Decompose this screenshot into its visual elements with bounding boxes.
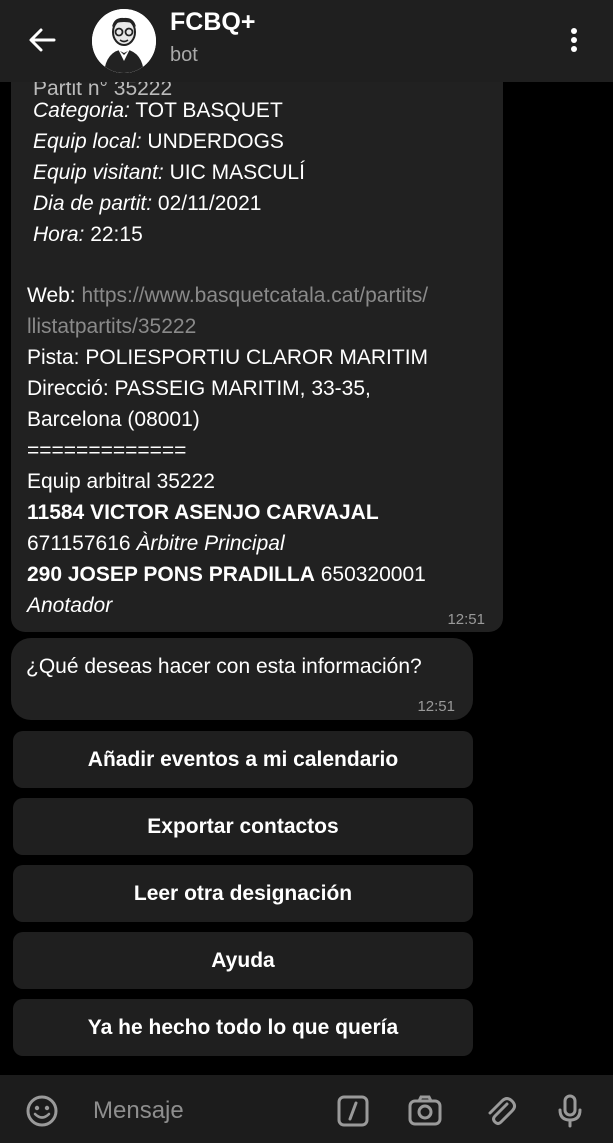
separator-line: ============= xyxy=(27,439,187,462)
read-another-designation-button[interactable]: Leer otra designación xyxy=(13,865,473,922)
referee-1-role: Àrbitre Principal xyxy=(136,532,285,555)
referee-1-details: 671157616 Àrbitre Principal xyxy=(27,529,285,560)
field-equip-visitant: Equip visitant: UIC MASCULÍ xyxy=(33,161,305,184)
field-dia-partit: Dia de partit: 02/11/2021 xyxy=(33,192,262,215)
emoji-icon[interactable] xyxy=(25,1094,59,1128)
export-contacts-button[interactable]: Exportar contactos xyxy=(13,798,473,855)
field-equip-local: Equip local: UNDERDOGS xyxy=(33,130,284,153)
message-input-bar: Mensaje xyxy=(0,1075,613,1143)
slash-command-icon[interactable] xyxy=(336,1094,370,1128)
paperclip-icon[interactable] xyxy=(483,1094,517,1128)
question-text: ¿Qué deseas hacer con esta información? xyxy=(26,655,422,678)
message-input[interactable]: Mensaje xyxy=(93,1097,184,1125)
pista-line: Pista: POLIESPORTIU CLAROR MARITIM xyxy=(27,346,429,369)
done-button[interactable]: Ya he hecho todo lo que quería xyxy=(13,999,473,1056)
chat-title[interactable]: FCBQ+ xyxy=(170,8,255,37)
field-hora: Hora: 22:15 xyxy=(33,223,143,246)
direccio-line: Direcció: PASSEIG MARITIM, 33-35, xyxy=(27,377,371,400)
help-button[interactable]: Ayuda xyxy=(13,932,473,989)
microphone-icon[interactable] xyxy=(553,1094,587,1128)
add-calendar-events-button[interactable]: Añadir eventos a mi calendario xyxy=(13,731,473,788)
back-arrow-icon[interactable] xyxy=(26,24,58,56)
chat-header: FCBQ+ bot xyxy=(0,0,613,82)
referee-1-name: 11584 VICTOR ASENJO CARVAJAL xyxy=(27,501,379,524)
bot-avatar[interactable] xyxy=(92,9,156,73)
web-link[interactable]: https://www.basquetcatala.cat/partits/ xyxy=(81,284,428,307)
referee-2-name: 290 JOSEP PONS PRADILLA xyxy=(27,563,315,586)
chat-subtitle: bot xyxy=(170,44,198,66)
message-time: 12:51 xyxy=(447,611,485,628)
web-line: Web: https://www.basquetcatala.cat/parti… xyxy=(27,284,429,307)
referee-2-details: 290 JOSEP PONS PRADILLA 650320001 xyxy=(27,560,426,591)
question-time: 12:51 xyxy=(417,698,455,715)
equip-arbitral-line: Equip arbitral 35222 xyxy=(27,470,215,493)
more-vertical-icon[interactable] xyxy=(560,24,588,56)
web-link-continued[interactable]: llistatpartits/35222 xyxy=(27,312,196,343)
bot-avatar-image xyxy=(92,9,156,73)
match-info-message: Partit n° 35222 Categoria: TOT BASQUET E… xyxy=(11,40,503,632)
referee-2-phone[interactable]: 650320001 xyxy=(315,563,426,586)
camera-icon[interactable] xyxy=(408,1094,442,1128)
referee-2-role: Anotador xyxy=(27,594,113,617)
direccio-city-line: Barcelona (08001) xyxy=(27,408,200,431)
question-message: ¿Qué deseas hacer con esta información? … xyxy=(11,638,473,720)
referee-1-phone[interactable]: 671157616 xyxy=(27,532,136,555)
field-categoria: Categoria: TOT BASQUET xyxy=(33,99,283,122)
